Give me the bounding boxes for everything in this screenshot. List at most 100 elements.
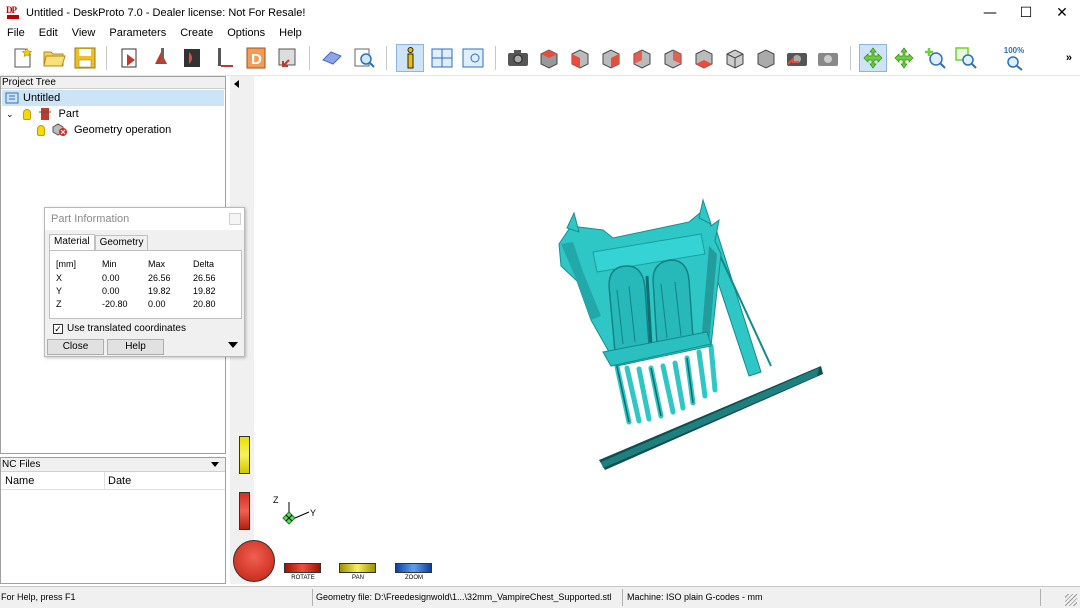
column-header-date[interactable]: Date: [108, 475, 131, 487]
row-y-axis: Y: [56, 286, 63, 296]
operation-parameters-icon[interactable]: [148, 44, 176, 72]
project-tree-header: Project Tree: [1, 77, 225, 89]
view-front-icon[interactable]: [566, 44, 594, 72]
tree-item-operation[interactable]: Geometry operation: [37, 122, 171, 138]
pan-mode-icon[interactable]: [890, 44, 918, 72]
rotate-vertical-slider[interactable]: [239, 492, 250, 530]
zoom-level-label: 100%: [1003, 45, 1025, 55]
status-machine: Machine: ISO plain G-codes - mm: [627, 592, 763, 602]
operation-error-icon: [52, 123, 67, 136]
previous-view-icon[interactable]: [783, 44, 811, 72]
toolpath-icon[interactable]: [179, 44, 207, 72]
view-bottom-icon[interactable]: [690, 44, 718, 72]
axis-y-label: Y: [310, 508, 317, 518]
preview-search-icon[interactable]: [350, 44, 378, 72]
window-view-icon[interactable]: [459, 44, 487, 72]
row-x-max: 26.56: [148, 273, 171, 283]
help-button[interactable]: Help: [107, 339, 164, 355]
status-geometry-file: Geometry file: D:\Freedesignwold\1...\32…: [316, 592, 612, 602]
tree-item-part[interactable]: ⌄ Part: [6, 106, 79, 122]
zoom-100-icon[interactable]: 100%: [1000, 44, 1028, 72]
row-x-min: 0.00: [102, 273, 120, 283]
column-header-name[interactable]: Name: [5, 475, 34, 487]
open-folder-icon[interactable]: [40, 44, 68, 72]
rotate-mode-icon[interactable]: [859, 44, 887, 72]
translated-coordinates-checkbox[interactable]: ✓ Use translated coordinates: [53, 323, 186, 334]
axis-z-label: Z: [273, 495, 279, 505]
deskproto-app-icon[interactable]: DP: [6, 5, 20, 20]
header-max: Max: [148, 259, 166, 269]
chevron-down-icon[interactable]: ⌄: [6, 109, 14, 120]
checkbox-checked-icon[interactable]: ✓: [53, 323, 63, 334]
view-back-icon[interactable]: [628, 44, 656, 72]
resize-grip-icon[interactable]: [1065, 594, 1077, 606]
menu-file[interactable]: File: [0, 27, 32, 39]
tree-item-project[interactable]: Untitled: [2, 90, 224, 106]
view-left-icon[interactable]: [659, 44, 687, 72]
view-top-icon[interactable]: [535, 44, 563, 72]
rotate-wheel[interactable]: [233, 540, 275, 582]
menu-edit[interactable]: Edit: [32, 27, 65, 39]
close-window-button[interactable]: ✕: [1044, 0, 1080, 25]
row-z-delta: 20.80: [193, 299, 216, 309]
split-view-icon[interactable]: [428, 44, 456, 72]
drawing-icon[interactable]: D: [242, 44, 270, 72]
lightbulb-icon[interactable]: [22, 108, 31, 120]
rotate-horizontal-slider[interactable]: [284, 563, 321, 573]
zoom-horizontal-slider[interactable]: [395, 563, 432, 573]
new-project-icon[interactable]: [8, 44, 36, 72]
eraser-icon[interactable]: [318, 44, 346, 72]
row-y-delta: 19.82: [193, 286, 216, 296]
tab-material[interactable]: Material: [49, 234, 95, 250]
menu-help[interactable]: Help: [272, 27, 309, 39]
zoom-in-icon[interactable]: [921, 44, 949, 72]
tab-geometry[interactable]: Geometry: [94, 235, 149, 250]
row-y-min: 0.00: [102, 286, 120, 296]
model-render[interactable]: [231, 76, 1080, 584]
menu-parameters[interactable]: Parameters: [102, 27, 173, 39]
view-iso-icon[interactable]: [721, 44, 749, 72]
tree-root-label: Untitled: [23, 92, 61, 104]
next-view-icon[interactable]: [814, 44, 842, 72]
export-icon[interactable]: [273, 44, 301, 72]
checkbox-label: Use translated coordinates: [67, 323, 186, 334]
zoom-window-icon[interactable]: [952, 44, 980, 72]
3d-viewport[interactable]: Z Y: [230, 76, 1080, 584]
toolbar-overflow-button[interactable]: »: [1066, 52, 1072, 64]
pan-horizontal-slider[interactable]: [339, 563, 376, 573]
nc-files-title: NC Files: [2, 459, 41, 470]
tree-operation-label: Geometry operation: [74, 124, 172, 136]
dropdown-arrow-icon[interactable]: [211, 462, 219, 467]
view-cube-icon[interactable]: [752, 44, 780, 72]
lightbulb-icon[interactable]: [37, 124, 45, 136]
minimize-button[interactable]: —: [972, 0, 1008, 25]
svg-text:D: D: [251, 51, 262, 68]
zoom-label: ZOOM: [405, 575, 423, 581]
menu-view[interactable]: View: [65, 27, 103, 39]
header-delta: Delta: [193, 259, 215, 269]
camera-icon[interactable]: [504, 44, 532, 72]
title-bar: DP Untitled - DeskProto 7.0 - Dealer lic…: [0, 0, 1080, 25]
nc-files-header[interactable]: NC Files: [1, 458, 225, 472]
pan-label: PAN: [352, 575, 364, 581]
part-dimensions-table: [mm] Min Max Delta X 0.00 26.56 26.56 Y …: [49, 250, 242, 319]
part-parameters-icon[interactable]: [116, 44, 144, 72]
dialog-close-icon[interactable]: [229, 213, 241, 225]
view-right-icon[interactable]: [597, 44, 625, 72]
expand-arrow-icon[interactable]: [228, 342, 238, 348]
nc-files-panel: NC Files Name Date: [0, 457, 226, 584]
nc-files-columns: Name Date: [1, 472, 225, 490]
menu-create[interactable]: Create: [173, 27, 220, 39]
part-info-icon[interactable]: [396, 44, 424, 72]
pan-vertical-slider[interactable]: [239, 436, 250, 474]
maximize-button[interactable]: ☐: [1008, 0, 1044, 25]
row-x-delta: 26.56: [193, 273, 216, 283]
row-z-axis: Z: [56, 299, 62, 309]
tool-icon[interactable]: [211, 44, 239, 72]
menu-options[interactable]: Options: [220, 27, 272, 39]
collapse-arrow-icon[interactable]: [234, 80, 239, 88]
menu-bar: File Edit View Parameters Create Options…: [0, 25, 1080, 41]
close-button[interactable]: Close: [47, 339, 104, 355]
project-icon: [5, 92, 19, 104]
save-icon[interactable]: [71, 44, 99, 72]
